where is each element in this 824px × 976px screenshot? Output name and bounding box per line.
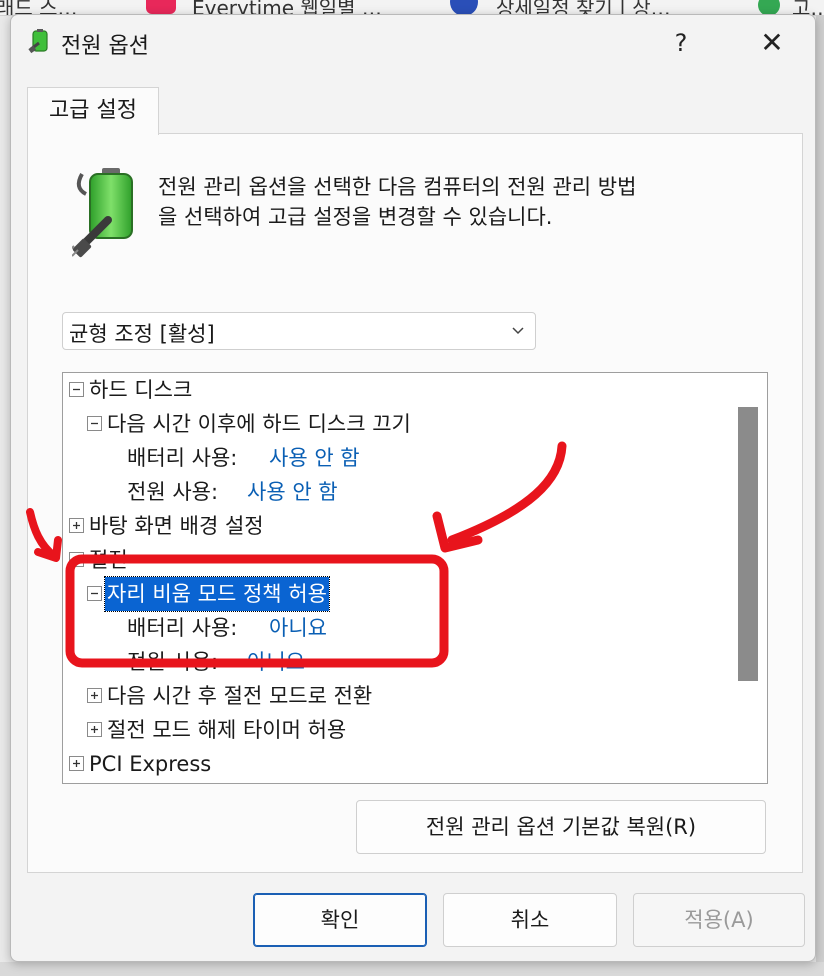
description-text: 전원 관리 옵션을 선택한 다음 컴퓨터의 전원 관리 방법 을 선택하여 고급… bbox=[158, 172, 778, 232]
tree-item-label: 하드 디스크 bbox=[89, 378, 193, 402]
tree-item-label: PCI Express bbox=[89, 752, 212, 776]
apply-button[interactable]: 적용(A) bbox=[633, 893, 805, 947]
collapse-icon[interactable] bbox=[87, 416, 102, 431]
setting-label: 전원 사용: bbox=[127, 650, 219, 674]
background-tab-favicon-icon bbox=[146, 0, 176, 14]
window-title: 전원 옵션 bbox=[61, 34, 149, 59]
expand-icon[interactable] bbox=[69, 518, 84, 533]
power-battery-icon bbox=[72, 168, 133, 258]
collapse-icon[interactable] bbox=[69, 552, 84, 567]
expand-icon[interactable] bbox=[69, 756, 84, 771]
tree-scrollbar[interactable] bbox=[735, 373, 767, 783]
background-window-edge bbox=[0, 962, 824, 976]
expand-icon[interactable] bbox=[87, 722, 102, 737]
setting-value[interactable]: 아니요 bbox=[247, 645, 305, 679]
setting-value[interactable]: 사용 안 함 bbox=[269, 441, 360, 475]
restore-defaults-button[interactable]: 전원 관리 옵션 기본값 복원(R) bbox=[356, 800, 766, 854]
cancel-button[interactable]: 취소 bbox=[443, 893, 617, 947]
tree-item-label-selected: 자리 비움 모드 정책 허용 bbox=[104, 576, 330, 612]
tree-item-label: 바탕 화면 배경 설정 bbox=[89, 514, 264, 538]
tree-item-label: 다음 시간 후 절전 모드로 전환 bbox=[107, 684, 373, 708]
setting-value[interactable]: 사용 안 함 bbox=[247, 475, 338, 509]
close-button[interactable]: ✕ bbox=[741, 23, 803, 63]
power-plan-selected-value: 균형 조정 [활성] bbox=[69, 322, 215, 346]
power-options-dialog: 전원 옵션 ? ✕ 고급 설정 전원 관리 옵션을 선택한 다음 컴퓨터의 전원… bbox=[10, 14, 816, 962]
background-window-edge bbox=[816, 16, 824, 976]
advanced-settings-panel: 전원 관리 옵션을 선택한 다음 컴퓨터의 전원 관리 방법 을 선택하여 고급… bbox=[27, 133, 803, 873]
collapse-icon[interactable] bbox=[69, 382, 84, 397]
setting-label: 배터리 사용: bbox=[127, 446, 238, 470]
description-line: 전원 관리 옵션을 선택한 다음 컴퓨터의 전원 관리 방법 bbox=[158, 175, 637, 199]
chevron-down-icon bbox=[512, 327, 524, 335]
title-bar[interactable]: 전원 옵션 ? ✕ bbox=[11, 15, 815, 71]
setting-label: 배터리 사용: bbox=[127, 616, 238, 640]
power-battery-icon bbox=[28, 29, 48, 54]
collapse-icon[interactable] bbox=[87, 586, 102, 601]
tree-item-label: 다음 시간 이후에 하드 디스크 끄기 bbox=[107, 412, 411, 436]
tree-item-label: 절전 bbox=[89, 548, 128, 572]
ok-button[interactable]: 확인 bbox=[253, 893, 427, 947]
settings-tree[interactable]: 하드 디스크 다음 시간 이후에 하드 디스크 끄기 배터리 사용: 사용 안 … bbox=[62, 372, 768, 784]
help-button[interactable]: ? bbox=[651, 23, 711, 63]
expand-icon[interactable] bbox=[87, 688, 102, 703]
tree-item-label: 절전 모드 해제 타이머 허용 bbox=[107, 718, 347, 742]
setting-label: 전원 사용: bbox=[127, 480, 219, 504]
tab-advanced-settings[interactable]: 고급 설정 bbox=[27, 87, 159, 135]
power-plan-dropdown[interactable]: 균형 조정 [활성] bbox=[62, 312, 536, 350]
scrollbar-thumb[interactable] bbox=[738, 407, 758, 681]
description-line: 을 선택하여 고급 설정을 변경할 수 있습니다. bbox=[158, 205, 553, 229]
setting-value[interactable]: 아니요 bbox=[269, 611, 327, 645]
